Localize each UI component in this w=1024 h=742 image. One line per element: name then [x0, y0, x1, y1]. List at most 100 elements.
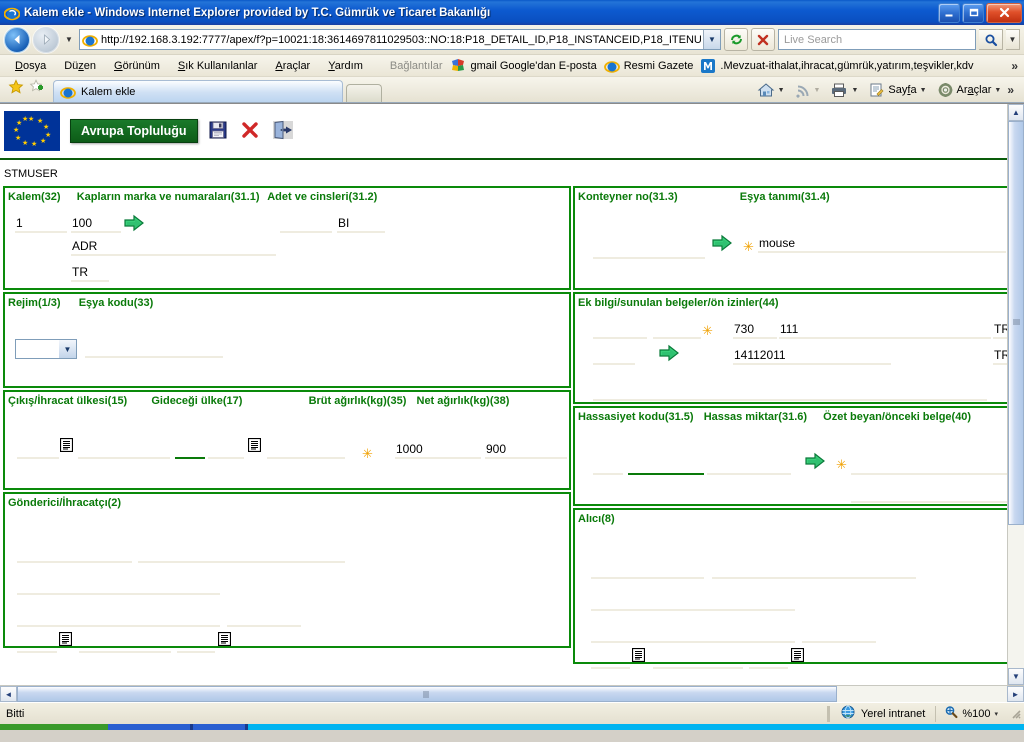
field-cikis-ulke-code[interactable] — [17, 441, 59, 459]
field-gonderici-unvan[interactable] — [138, 545, 345, 563]
page-vertical-scrollbar[interactable]: ▲ ▼ — [1007, 104, 1024, 685]
field-hassasiyet-kodu[interactable] — [593, 457, 623, 475]
search-provider-chevron-icon[interactable]: ▼ — [1006, 29, 1020, 50]
toolbar-overflow-chevron-icon[interactable]: » — [1007, 83, 1020, 97]
search-submit-button[interactable] — [979, 29, 1003, 50]
rejim-select-chevron-icon[interactable]: ▼ — [59, 340, 76, 358]
zoom-control[interactable]: %100 ▾ — [936, 705, 1006, 722]
home-button[interactable]: ▼ — [753, 81, 789, 99]
scroll-left-button[interactable]: ◄ — [0, 686, 17, 702]
tools-menu-button[interactable]: Araçlar ▼ — [933, 81, 1006, 99]
field-belge-kodu-1[interactable]: 730 — [733, 321, 777, 339]
field-esya-kodu[interactable] — [85, 340, 223, 358]
field-kalem-no[interactable]: 1 — [15, 215, 67, 233]
field-kap-ulke[interactable]: TR — [71, 264, 109, 282]
field-ek-bilgi-kod-c[interactable] — [593, 347, 635, 365]
field-ek-bilgi-kod-b[interactable] — [653, 321, 701, 339]
field-net-agirlik[interactable]: 900 — [485, 441, 567, 459]
field-cikis-ulke-name[interactable] — [78, 441, 170, 459]
field-alici-adres-2[interactable] — [591, 625, 795, 643]
field-ek-bilgi-extra[interactable] — [593, 383, 987, 401]
gonderici-lov-icon-1[interactable] — [58, 631, 73, 647]
taskbar-item-2[interactable] — [193, 724, 245, 730]
menu-item-dosya[interactable]: DDosyaosya — [6, 58, 55, 74]
field-alici-ilce-code[interactable] — [749, 651, 788, 669]
page-chevron-icon[interactable]: ▼ — [920, 87, 927, 94]
menu-item-araclar[interactable]: Araçlar — [266, 58, 319, 74]
favorites-star-icon[interactable] — [8, 79, 24, 98]
field-alici-vergi-no[interactable] — [591, 561, 704, 579]
url-dropdown-chevron-icon[interactable]: ▼ — [703, 30, 720, 49]
page-horizontal-scrollbar[interactable]: ◄ ► — [0, 685, 1024, 702]
add-favorite-icon[interactable] — [29, 79, 45, 98]
field-gonderici-ilce-code[interactable] — [177, 635, 215, 653]
home-chevron-icon[interactable]: ▼ — [778, 87, 785, 94]
field-konteyner-no[interactable] — [593, 241, 705, 259]
field-belge-no-1[interactable]: 111 — [779, 321, 991, 339]
security-zone[interactable]: Yerel intranet — [830, 704, 935, 723]
delete-x-icon[interactable] — [240, 120, 262, 142]
field-gonderici-adres-2[interactable] — [17, 609, 220, 627]
save-floppy-icon[interactable] — [208, 120, 230, 142]
menu-item-sik-kullanilanlar[interactable]: Sık Kullanılanlar — [169, 58, 267, 74]
horizontal-scroll-thumb[interactable] — [17, 686, 837, 702]
field-gidecegi-ulke-code2[interactable] — [208, 441, 244, 459]
search-input[interactable]: Live Search — [778, 29, 976, 50]
field-alici-unvan[interactable] — [712, 561, 916, 579]
menu-item-yardim[interactable]: Yardım — [319, 58, 372, 74]
field-ozet-beyan-1[interactable] — [851, 457, 1007, 475]
vertical-scroll-thumb[interactable] — [1008, 121, 1024, 525]
gonderici-lov-icon-2[interactable] — [217, 631, 232, 647]
close-button[interactable] — [986, 2, 1022, 23]
gidecegi-ulke-lov-icon[interactable] — [247, 437, 262, 453]
alici-lov-icon-2[interactable] — [790, 647, 805, 663]
field-gonderici-ulke-code[interactable] — [17, 635, 57, 653]
field-alici-ulke-code[interactable] — [591, 651, 630, 669]
ek-bilgi-lov-arrow-icon[interactable] — [658, 343, 680, 363]
taskbar-item-1[interactable] — [108, 724, 190, 730]
field-hassasiyet-kodu-desc[interactable] — [628, 457, 704, 475]
links-overflow-chevron-icon[interactable]: » — [1011, 59, 1024, 73]
minimize-button[interactable] — [938, 2, 960, 23]
field-gidecegi-ulke-name[interactable] — [267, 441, 345, 459]
field-belge-tarih-2[interactable]: 14112011 — [733, 347, 891, 365]
menu-item-gorunum[interactable]: Görünüm — [105, 58, 169, 74]
page-menu-button[interactable]: Sayfa ▼ — [864, 81, 930, 99]
scroll-up-button[interactable]: ▲ — [1008, 104, 1024, 121]
cikis-ulke-lov-icon[interactable] — [59, 437, 74, 453]
link-gmail[interactable]: gmail Google'dan E-posta — [450, 58, 603, 74]
window-resize-grip-icon[interactable] — [1008, 706, 1024, 722]
field-ozet-beyan-2[interactable] — [851, 485, 1007, 503]
field-hassas-miktar[interactable] — [707, 457, 791, 475]
field-gonderici-vergi-no[interactable] — [17, 545, 132, 563]
feeds-button[interactable]: ▼ — [791, 81, 825, 99]
lov-arrow-icon[interactable] — [123, 213, 145, 233]
field-alici-sehir[interactable] — [653, 651, 743, 669]
vertical-scroll-track[interactable] — [1008, 121, 1024, 668]
field-belge-ulke-1[interactable]: TR — [993, 321, 1007, 339]
link-mevzuat[interactable]: .Mevzuat-ithalat,ihracat,gümrük,yatırım,… — [700, 58, 980, 74]
back-arrow-icon[interactable] — [4, 26, 30, 53]
scroll-down-button[interactable]: ▼ — [1008, 668, 1024, 685]
taskbar-start-button[interactable] — [0, 724, 108, 730]
field-gonderici-adres-1[interactable] — [17, 577, 220, 595]
field-gonderici-sehir[interactable] — [79, 635, 171, 653]
field-alici-adres-3[interactable] — [802, 625, 876, 643]
alici-lov-icon-1[interactable] — [631, 647, 646, 663]
restore-button[interactable] — [962, 2, 984, 23]
field-gonderici-adres-3[interactable] — [227, 609, 301, 627]
recent-pages-chevron-icon[interactable]: ▼ — [62, 35, 76, 44]
field-gidecegi-ulke-code[interactable] — [175, 441, 205, 459]
field-brut-agirlik[interactable]: 1000 — [395, 441, 481, 459]
tab-kalem-ekle[interactable]: Kalem ekle — [53, 80, 343, 102]
brand-button[interactable]: Avrupa Topluluğu — [70, 119, 198, 143]
scroll-right-button[interactable]: ► — [1007, 686, 1024, 702]
ozet-beyan-lov-arrow-icon[interactable] — [804, 451, 826, 471]
feeds-chevron-icon[interactable]: ▼ — [814, 87, 821, 94]
new-tab-button[interactable] — [346, 84, 382, 102]
menu-item-duzen[interactable]: Düzen — [55, 58, 105, 74]
field-rejim-select[interactable]: ▼ — [15, 339, 77, 359]
tools-chevron-icon[interactable]: ▼ — [994, 87, 1001, 94]
horizontal-scroll-track[interactable] — [17, 686, 1007, 702]
url-bar[interactable]: http://192.168.3.192:7777/apex/f?p=10021… — [79, 29, 721, 50]
